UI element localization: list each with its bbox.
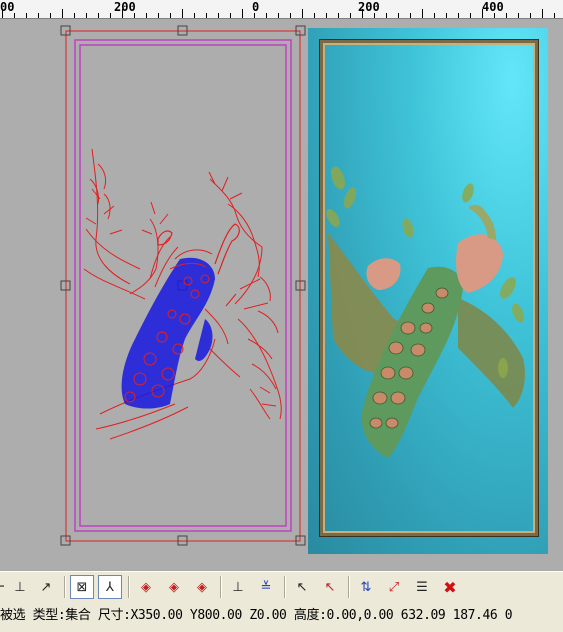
ruler-label: 200 — [114, 0, 136, 14]
ruler-tick — [338, 13, 339, 18]
ruler-label: 0 — [252, 0, 260, 14]
ruler-tick — [206, 13, 207, 18]
ruler-tick — [230, 13, 231, 18]
ruler-tick — [398, 13, 399, 18]
ruler-tick — [542, 9, 543, 18]
ruler-tick — [2, 9, 3, 18]
ruler-tick — [290, 13, 291, 18]
ruler-tick — [554, 13, 555, 18]
status-text: 被选 类型:集合 尺寸:X350.00 Y800.00 Z0.00 高度:0.0… — [0, 608, 513, 623]
ruler-tick — [74, 13, 75, 18]
ruler-tick — [86, 13, 87, 18]
bottom-toolbar: ⌐ ⊥ ↗ ⊠ ⅄ ◈ ◈ ◈ ⊥ ≚ ↖ ↖ ⇅ ⤢ ☰ ✖ — [0, 571, 563, 604]
diamond-tool-2-icon[interactable]: ◈ — [162, 575, 186, 599]
diamond-tool-1-icon[interactable]: ◈ — [134, 575, 158, 599]
ruler-tick — [38, 13, 39, 18]
ruler-tick — [494, 13, 495, 18]
ruler-tick — [182, 9, 183, 18]
ruler-tick — [254, 13, 255, 18]
curve-tool-icon[interactable]: ↗ — [34, 575, 58, 599]
ruler-tick — [242, 9, 243, 18]
status-bar: 被选 类型:集合 尺寸:X350.00 Y800.00 Z0.00 高度:0.0… — [0, 603, 563, 632]
ruler-tick — [386, 13, 387, 18]
ruler-tick — [62, 9, 63, 18]
transform-tool-2-icon[interactable]: ⤢ — [382, 575, 406, 599]
ruler-tick — [218, 13, 219, 18]
relief-preview-panel[interactable] — [308, 28, 548, 554]
ruler-tick — [134, 13, 135, 18]
toolbar-separator — [284, 576, 286, 598]
ruler-tick — [482, 9, 483, 18]
transform-tool-1-icon[interactable]: ⇅ — [354, 575, 378, 599]
layer-tool-2-icon[interactable]: ≚ — [254, 575, 278, 599]
ruler-tick — [158, 13, 159, 18]
relief-peacock-image — [326, 166, 525, 458]
ruler-tick — [170, 13, 171, 18]
ruler-tick — [50, 13, 51, 18]
peacock-body-blue — [121, 223, 240, 409]
ruler-tick — [98, 13, 99, 18]
ruler-tick — [122, 9, 123, 18]
ruler-tick — [194, 13, 195, 18]
node-snap-icon[interactable]: ⊠ — [70, 575, 94, 599]
ruler-tick — [362, 9, 363, 18]
ruler-tick — [470, 13, 471, 18]
ruler-tick — [14, 13, 15, 18]
toolbar-separator — [128, 576, 130, 598]
ruler-tick — [434, 13, 435, 18]
ruler-tick — [278, 13, 279, 18]
ruler-tick — [110, 13, 111, 18]
ruler-tick — [26, 13, 27, 18]
ruler-label: 400 — [482, 0, 504, 14]
ruler-tick — [446, 13, 447, 18]
ruler-tick — [530, 13, 531, 18]
ruler-tick — [518, 13, 519, 18]
ruler-tick — [374, 13, 375, 18]
list-tool-icon[interactable]: ☰ — [410, 575, 434, 599]
toolbar-separator — [64, 576, 66, 598]
ruler-tick — [314, 13, 315, 18]
toolbar-separator — [220, 576, 222, 598]
ruler-tick — [326, 13, 327, 18]
diamond-tool-3-icon[interactable]: ◈ — [190, 575, 214, 599]
axis-tool-icon[interactable]: ⊥ — [8, 575, 32, 599]
ruler-tick — [410, 13, 411, 18]
delete-icon[interactable]: ✖ — [438, 575, 462, 599]
horizontal-ruler: 00 200 0 200 400 — [0, 0, 563, 19]
ruler-tick — [458, 13, 459, 18]
ruler-tick — [146, 13, 147, 18]
layer-tool-1-icon[interactable]: ⊥ — [226, 575, 250, 599]
ruler-tick — [422, 9, 423, 18]
select-mode-icon[interactable]: ⅄ — [98, 575, 122, 599]
toolbar-separator — [348, 576, 350, 598]
ruler-tick — [506, 13, 507, 18]
design-canvas[interactable] — [0, 19, 563, 570]
pick-cursor-1-icon[interactable]: ↖ — [290, 575, 314, 599]
pick-cursor-2-icon[interactable]: ↖ — [318, 575, 342, 599]
vector-drawing-view[interactable] — [0, 19, 310, 570]
ruler-tick — [266, 13, 267, 18]
ruler-tick — [350, 13, 351, 18]
ruler-tick — [302, 9, 303, 18]
